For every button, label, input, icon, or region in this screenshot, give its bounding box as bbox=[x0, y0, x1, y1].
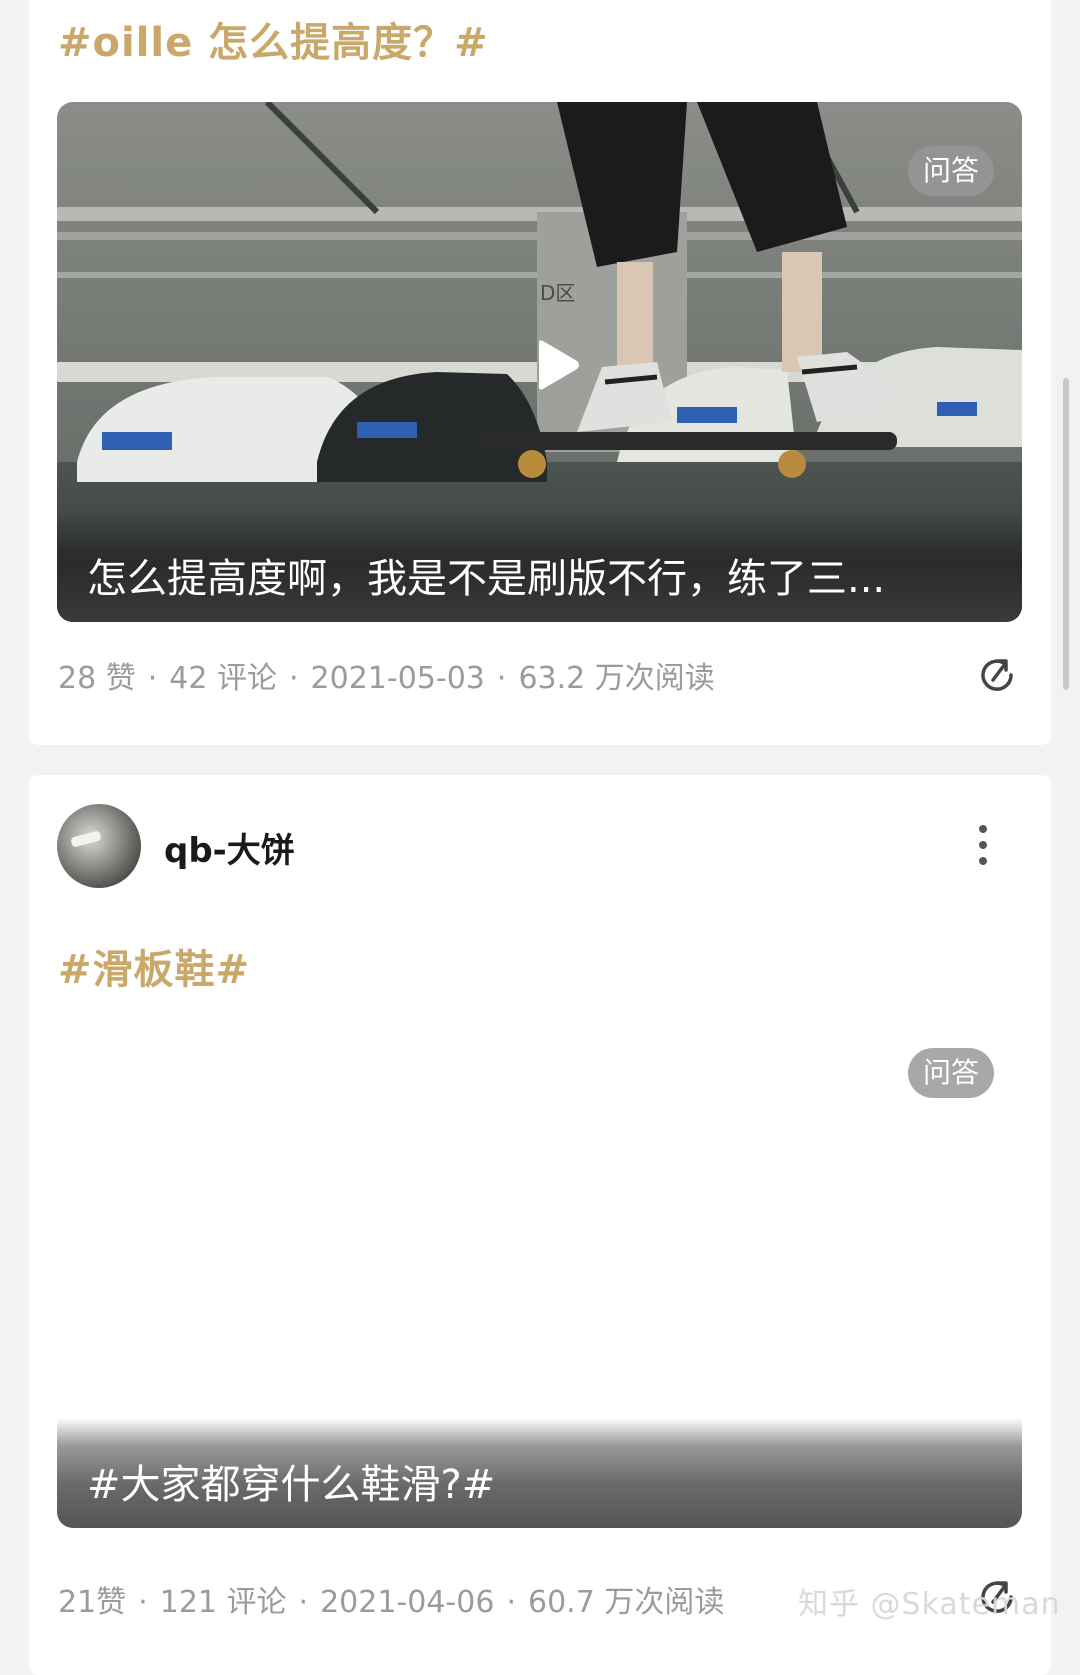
post-stats: 21赞 · 121 评论 · 2021-04-06 · 60.7 万次阅读 bbox=[58, 1585, 725, 1620]
author-name[interactable]: qb-大饼 bbox=[164, 823, 295, 872]
play-icon[interactable] bbox=[527, 337, 583, 393]
like-count: 28 赞 bbox=[58, 661, 136, 696]
comment-count: 42 评论 bbox=[169, 661, 277, 696]
comment-count: 121 评论 bbox=[159, 1585, 287, 1620]
video-thumbnail[interactable]: D区 问答 怎么提高度啊，我是不是刷版不行，练了三... bbox=[57, 102, 1022, 622]
topic-tag[interactable]: #滑板鞋# bbox=[58, 937, 250, 995]
post-card[interactable]: #oille 怎么提高度？# D区 问答 怎么提高度啊，我是不是刷版不行，练了三… bbox=[29, 0, 1051, 745]
scrollbar[interactable] bbox=[1063, 378, 1069, 690]
post-date: 2021-05-03 bbox=[310, 661, 485, 696]
topic-tag[interactable]: #oille 怎么提高度？# bbox=[58, 10, 489, 68]
avatar[interactable] bbox=[57, 804, 141, 888]
post-card[interactable]: qb-大饼 #滑板鞋# 问答 #大家都穿什么鞋滑?# 21赞 · 121 评论 · 20… bbox=[29, 775, 1051, 1675]
like-count: 21赞 bbox=[58, 1585, 127, 1620]
image-thumbnail[interactable]: 问答 #大家都穿什么鞋滑?# bbox=[57, 1008, 1022, 1528]
more-vertical-icon[interactable] bbox=[975, 823, 991, 867]
svg-text:D区: D区 bbox=[540, 281, 575, 305]
post-stats: 28 赞 · 42 评论 · 2021-05-03 · 63.2 万次阅读 bbox=[58, 661, 715, 696]
post-caption[interactable]: #大家都穿什么鞋滑?# bbox=[87, 1452, 987, 1510]
view-count: 63.2 万次阅读 bbox=[518, 661, 715, 696]
qa-badge: 问答 bbox=[908, 1048, 994, 1098]
post-date: 2021-04-06 bbox=[320, 1585, 495, 1620]
post-caption[interactable]: 怎么提高度啊，我是不是刷版不行，练了三... bbox=[87, 546, 987, 604]
share-icon[interactable] bbox=[975, 653, 1019, 697]
watermark: 知乎 @Skateman bbox=[798, 1587, 1061, 1622]
view-count: 60.7 万次阅读 bbox=[527, 1585, 725, 1620]
qa-badge: 问答 bbox=[908, 146, 994, 196]
